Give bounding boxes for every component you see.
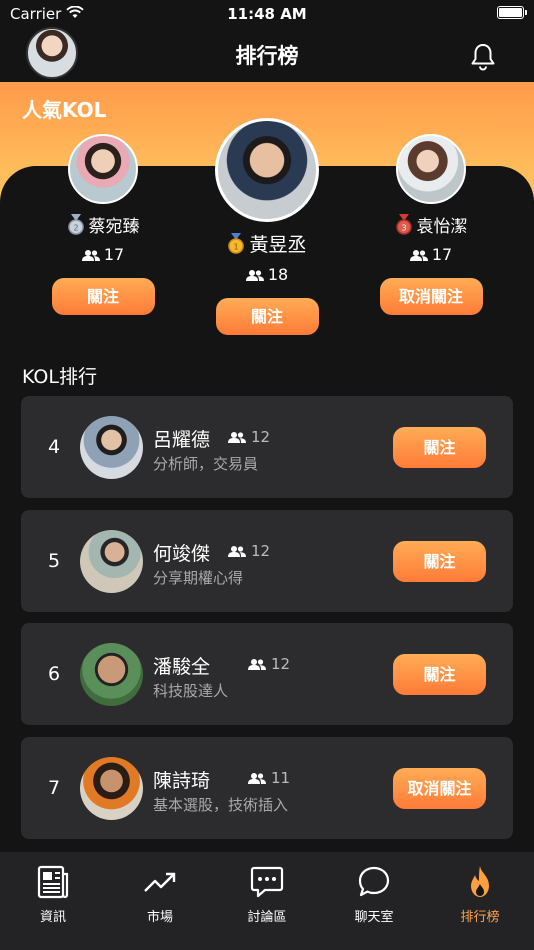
people-icon (228, 432, 246, 443)
kol-name: 2 蔡宛臻 (50, 212, 156, 237)
list-item[interactable]: 6 潘駿全 12 科技股達人 關注 (21, 623, 513, 725)
bell-icon[interactable] (468, 42, 498, 72)
status-bar: Carrier 11:48 AM (0, 0, 534, 28)
newspaper-icon (37, 865, 69, 899)
people-icon (248, 659, 266, 670)
tab-market[interactable]: 市場 (120, 864, 200, 925)
kol-description: 分析師，交易員 (153, 455, 259, 473)
kol-name: 何竣傑 (153, 543, 211, 565)
podium-second: 2 蔡宛臻 17 關注 (50, 134, 156, 315)
kol-name: 陳詩琦 (153, 770, 211, 792)
people-icon (248, 773, 266, 784)
people-icon (409, 250, 428, 261)
people-icon (245, 270, 264, 281)
kol-description: 科技股達人 (153, 682, 229, 700)
follow-button[interactable]: 關注 (393, 654, 486, 695)
kol-avatar[interactable] (80, 757, 143, 820)
fans-count: 18 (213, 265, 321, 284)
unfollow-button[interactable]: 取消關注 (379, 278, 483, 315)
page-title: 排行榜 (235, 44, 299, 68)
rank-number: 5 (47, 550, 61, 572)
people-icon (228, 546, 246, 557)
fans-count: 17 (50, 245, 156, 264)
kol-avatar[interactable] (80, 643, 143, 706)
comment-dots-icon (250, 866, 284, 898)
kol-avatar[interactable] (80, 530, 143, 593)
banner-title: 人氣KOL (22, 98, 107, 122)
list-item[interactable]: 5 何竣傑 12 分享期權心得 關注 (21, 510, 513, 612)
gold-medal-icon: 1 (228, 233, 245, 254)
rank-number: 7 (47, 777, 61, 799)
tab-label: 討論區 (247, 910, 287, 925)
follow-button[interactable]: 關注 (393, 427, 486, 468)
nav-bar: 排行榜 (0, 27, 534, 82)
bronze-medal-icon: 3 (395, 214, 412, 235)
unfollow-button[interactable]: 取消關注 (393, 768, 486, 809)
kol-name: 潘駿全 (153, 656, 211, 678)
tab-label: 市場 (146, 910, 173, 925)
section-title: KOL排行 (22, 366, 97, 388)
fans-count: 11 (248, 769, 290, 787)
list-item[interactable]: 4 呂耀德 12 分析師，交易員 關注 (21, 396, 513, 498)
svg-text:1: 1 (234, 243, 239, 252)
kol-avatar[interactable] (396, 134, 466, 204)
fans-count: 12 (228, 428, 270, 446)
fans-count: 12 (228, 542, 270, 560)
tab-label: 資訊 (39, 910, 66, 925)
podium-first: 1 黃昱丞 18 關注 (213, 118, 321, 335)
kol-description: 基本選股，技術插入 (153, 796, 289, 814)
fans-count: 12 (248, 655, 290, 673)
tab-label: 聊天室 (354, 910, 394, 925)
kol-avatar[interactable] (215, 118, 319, 222)
battery-icon (497, 6, 527, 19)
kol-description: 分享期權心得 (153, 569, 244, 587)
svg-text:2: 2 (73, 224, 78, 233)
svg-text:3: 3 (401, 224, 406, 233)
rank-number: 6 (47, 663, 61, 685)
follow-button[interactable]: 關注 (51, 278, 155, 315)
tab-label: 排行榜 (460, 910, 500, 925)
kol-name: 呂耀德 (153, 429, 211, 451)
clock: 11:48 AM (227, 5, 307, 23)
list-item[interactable]: 7 陳詩琦 11 基本選股，技術插入 取消關注 (21, 737, 513, 839)
chat-bubble-icon (358, 866, 390, 897)
kol-name: 1 黃昱丞 (213, 230, 321, 257)
tab-bar: 資訊 市場 討論區 聊天室 排行榜 (0, 852, 534, 950)
follow-button[interactable]: 關注 (215, 298, 319, 335)
tab-news[interactable]: 資訊 (13, 864, 93, 925)
tab-chatroom[interactable]: 聊天室 (334, 864, 414, 925)
tab-forum[interactable]: 討論區 (227, 864, 307, 925)
silver-medal-icon: 2 (67, 214, 84, 235)
podium-third: 3 袁怡潔 17 取消關注 (378, 134, 484, 315)
kol-avatar[interactable] (68, 134, 138, 204)
kol-name: 3 袁怡潔 (378, 212, 484, 237)
people-icon (81, 250, 100, 261)
follow-button[interactable]: 關注 (393, 541, 486, 582)
trend-up-icon (144, 872, 176, 892)
tab-leaderboard[interactable]: 排行榜 (440, 864, 520, 925)
rank-number: 4 (47, 436, 61, 458)
kol-avatar[interactable] (80, 416, 143, 479)
fans-count: 17 (378, 245, 484, 264)
flame-icon (471, 866, 489, 897)
